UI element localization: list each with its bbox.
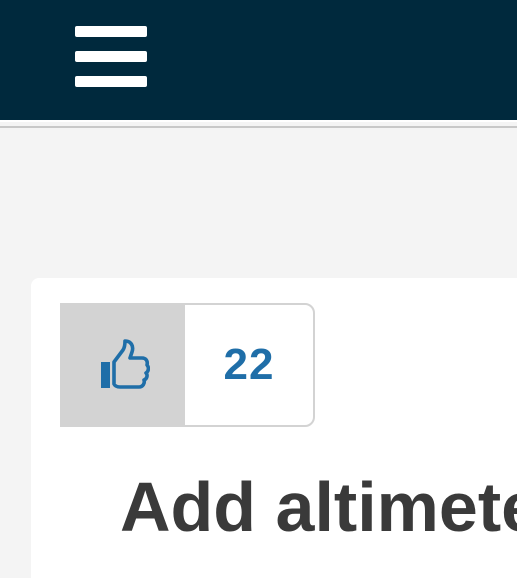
- thumbs-up-icon: [100, 339, 150, 389]
- menu-button[interactable]: [66, 16, 156, 96]
- vote-widget: 22: [60, 303, 315, 427]
- upvote-button[interactable]: [62, 305, 185, 425]
- page-title: Add altimete: [120, 468, 517, 546]
- top-navigation-bar: [0, 0, 517, 120]
- vote-count: 22: [223, 340, 275, 389]
- header-divider: [0, 120, 517, 128]
- hamburger-menu-icon: [75, 26, 147, 37]
